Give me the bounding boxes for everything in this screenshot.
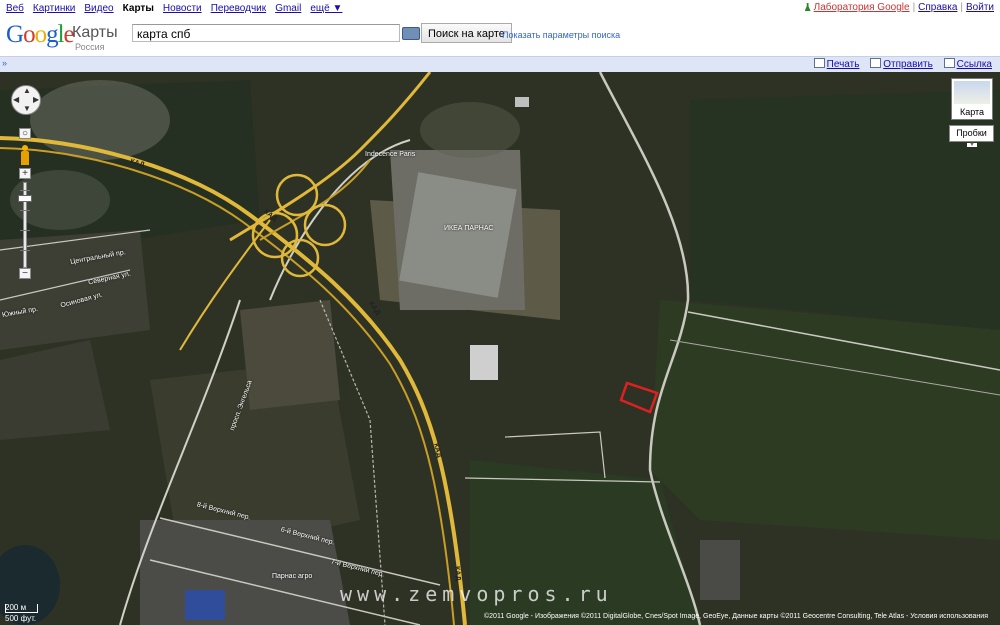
top-nav: Веб Картинки Видео Карты Новости Перевод… [0,0,1000,16]
logo-country: Россия [75,42,105,52]
top-nav-links: Веб Картинки Видео Карты Новости Перевод… [6,2,348,14]
pan-up-icon[interactable]: ▲ [23,87,31,95]
flask-icon [804,3,811,11]
print-icon [813,58,825,68]
zoom-in-button[interactable]: + [19,168,31,179]
mail-icon [870,58,882,68]
map-toolbar: » Печать Отправить Ссылка [0,56,1000,72]
traffic-button[interactable]: Пробки [949,125,994,142]
map-thumbnail [954,81,990,104]
top-nav-right: Лаборатория Google | Справка | Войти [804,2,994,13]
compass-reset-button[interactable]: ○ [19,128,31,139]
map-type-button[interactable]: Карта [951,78,993,120]
logo-text: Google [6,21,75,48]
help-link[interactable]: Справка [918,2,957,13]
link-icon [943,58,955,68]
header: Google Карты Россия карта спб Поиск на к… [0,16,1000,56]
pan-left-icon[interactable]: ◀ [13,96,19,104]
signin-link[interactable]: Войти [966,2,994,13]
map-label-indecence: Indecence Paris [365,151,416,158]
map-label-ikea: ИКЕА ПАРНАС [444,225,494,232]
nav-link-gmail[interactable]: Gmail [275,3,301,14]
nav-link-maps: Карты [122,3,154,14]
pegman-icon[interactable] [20,145,30,167]
labs-link[interactable]: Лаборатория Google [814,2,910,13]
search-options-link[interactable]: Показать параметры поиска [502,30,620,40]
logo-product: Карты [72,24,118,41]
map-copyright: ©2011 Google - Изображения ©2011 Digital… [484,613,988,620]
nav-link-news[interactable]: Новости [163,3,202,14]
map-scale: 200 м 500 фут. [5,603,38,623]
satellite-imagery [0,72,1000,625]
link-link[interactable]: Ссылка [957,59,992,70]
map-label-kad-5: КАД [453,565,462,582]
keyboard-icon[interactable] [402,27,420,40]
map-type-label: Карта [959,107,985,117]
collapse-panel-button[interactable]: » [2,58,7,68]
search-button[interactable]: Поиск на карте [421,23,512,43]
map-label-parnas: Парнас агро [272,573,313,580]
nav-link-translate[interactable]: Переводчик [211,3,266,14]
satellite-map[interactable]: ИКЕА ПАРНАС Indecence Paris Парнас агро … [0,72,1000,625]
nav-link-images[interactable]: Картинки [33,3,75,14]
send-link[interactable]: Отправить [883,59,933,70]
chevron-down-icon[interactable]: ▼ [967,142,977,148]
nav-link-web[interactable]: Веб [6,3,24,14]
nav-link-more[interactable]: ещё ▼ [310,3,342,14]
search-input[interactable]: карта спб [132,24,400,42]
google-maps-logo[interactable]: Google Карты Россия [6,21,121,52]
print-link[interactable]: Печать [827,59,860,70]
zoom-out-button[interactable]: − [19,268,31,279]
pan-right-icon[interactable]: ▶ [33,96,39,104]
toolbar-actions: Печать Отправить Ссылка [806,58,992,70]
watermark-text: www.zemvopros.ru [340,582,613,606]
pan-control[interactable]: ▲ ▼ ◀ ▶ [11,85,41,115]
nav-link-video[interactable]: Видео [84,3,113,14]
pan-down-icon[interactable]: ▼ [23,105,31,113]
zoom-slider-thumb[interactable] [18,195,32,202]
scale-imperial: 500 фут. [5,614,37,623]
